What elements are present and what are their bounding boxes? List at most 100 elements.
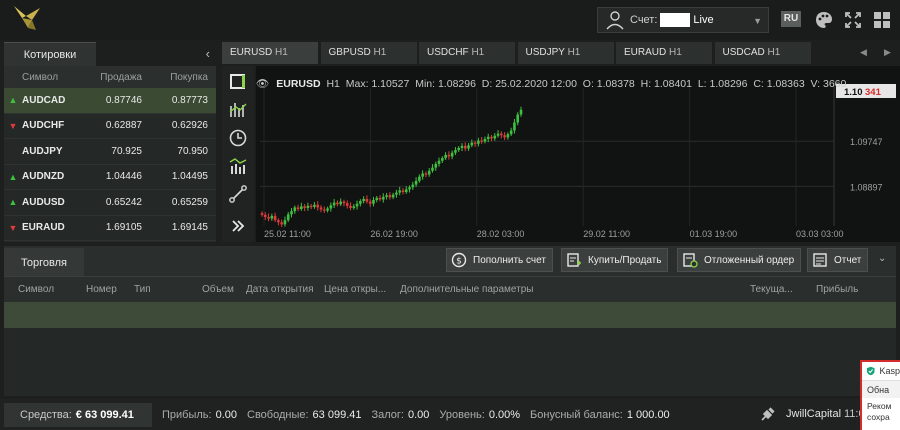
language-button[interactable]: RU bbox=[781, 11, 801, 27]
order-plus-icon bbox=[567, 253, 581, 267]
antivirus-line-2: Реком сохра bbox=[862, 401, 900, 423]
arrow-up-icon: ▲ bbox=[8, 171, 18, 182]
quotes-header: Символ Продажа Покупка bbox=[4, 66, 216, 88]
clock-icon[interactable] bbox=[228, 128, 248, 148]
chart-tab-usdcad[interactable]: USDCAD H1 bbox=[714, 42, 812, 64]
x-tick-label: 28.02 03:00 bbox=[477, 229, 525, 239]
col-volume[interactable]: Объем bbox=[202, 284, 246, 295]
profit-stat: Прибыль: 0.00 bbox=[162, 409, 237, 421]
col-open-price[interactable]: Цена откры... bbox=[324, 284, 400, 295]
price-chart[interactable]: 1.09747 1.08897 25.02 11:00 26.02 19:00 28.0… bbox=[256, 66, 900, 242]
candle-body bbox=[368, 201, 372, 204]
tab-trading[interactable]: Торговля bbox=[4, 248, 84, 278]
y-tick-label: 1.08897 bbox=[850, 182, 883, 192]
bonus-value: 1 000.00 bbox=[626, 408, 670, 421]
draw-line-icon[interactable] bbox=[228, 184, 248, 204]
col-open-date[interactable]: Дата открытия bbox=[246, 284, 324, 295]
palette-icon[interactable] bbox=[815, 11, 833, 29]
chart-info-open: O: 1.08378 bbox=[582, 78, 635, 90]
broker-connection[interactable]: JwillCapital bbox=[760, 406, 841, 422]
chart-tab-usdchf[interactable]: USDCHF H1 bbox=[419, 42, 516, 64]
collapse-left-icon[interactable]: ‹ bbox=[206, 46, 210, 61]
indicators-icon[interactable] bbox=[228, 100, 248, 120]
fullscreen-icon[interactable] bbox=[844, 11, 862, 29]
trades-selected-row[interactable] bbox=[4, 302, 896, 328]
panel-collapse-icon[interactable]: ⌄ bbox=[878, 253, 886, 264]
y-tick-label: 1.09747 bbox=[850, 137, 883, 147]
antivirus-title: Kasp bbox=[879, 366, 900, 376]
margin-stat: Залог: 0.00 bbox=[371, 409, 429, 421]
layout-grid-icon[interactable] bbox=[873, 11, 891, 29]
quote-sell-price[interactable]: 1.69105 bbox=[82, 222, 142, 233]
quote-buy-price[interactable]: 0.87773 bbox=[142, 95, 208, 106]
quote-buy-price[interactable]: 70.950 bbox=[142, 146, 208, 157]
chart-info-volume: V: 3660 bbox=[810, 78, 847, 90]
chart-tab-gbpusd[interactable]: GBPUSD H1 bbox=[320, 42, 418, 64]
chart-tab-symbol: EURUSD bbox=[230, 47, 273, 58]
pending-order-button[interactable]: Отложенный ордер bbox=[677, 248, 802, 272]
bird-logo-icon bbox=[14, 6, 40, 30]
header-symbol[interactable]: Символ bbox=[4, 72, 82, 83]
header-buy[interactable]: Покупка bbox=[142, 72, 208, 83]
eye-icon[interactable]: 👁 bbox=[256, 78, 269, 90]
chart-info-max: Max: 1.10527 bbox=[345, 78, 410, 90]
margin-label: Залог: bbox=[371, 408, 404, 421]
more-tools-icon[interactable] bbox=[228, 216, 248, 236]
chart-info-symbol: EURUSD bbox=[276, 78, 321, 90]
report-button[interactable]: Отчет bbox=[807, 248, 869, 272]
col-symbol[interactable]: Символ bbox=[4, 284, 86, 295]
funds-label: Средства: bbox=[20, 408, 72, 421]
quote-row-audusd[interactable]: ▲ AUDUSD 0.65242 0.65259 bbox=[4, 190, 216, 216]
chart-tab-usdjpy[interactable]: USDJPY H1 bbox=[517, 42, 615, 64]
quote-buy-price[interactable]: 0.65259 bbox=[142, 197, 208, 208]
header-sell[interactable]: Продажа bbox=[82, 72, 142, 83]
col-current[interactable]: Текуща... bbox=[750, 284, 816, 295]
account-selector[interactable]: Счет: Live ▼ bbox=[597, 7, 769, 33]
x-tick-label: 03.03 03:00 bbox=[796, 229, 844, 239]
chart-tab-euraud[interactable]: EURAUD H1 bbox=[616, 42, 713, 64]
candle-body bbox=[332, 202, 336, 206]
candle-body bbox=[411, 184, 415, 188]
quote-sell-price[interactable]: 0.62887 bbox=[82, 120, 142, 131]
quote-row-audchf[interactable]: ▼ AUDCHF 0.62887 0.62926 bbox=[4, 114, 216, 139]
deposit-button[interactable]: $ Пополнить счет bbox=[446, 248, 553, 272]
col-type[interactable]: Тип bbox=[134, 284, 202, 295]
tab-quotes[interactable]: Котировки bbox=[4, 42, 96, 66]
quote-row-euraud[interactable]: ▼ EURAUD 1.69105 1.69145 bbox=[4, 216, 216, 241]
pending-order-label: Отложенный ордер bbox=[704, 254, 795, 266]
antivirus-popup[interactable]: Kasp Обна Реком сохра bbox=[860, 360, 900, 430]
quote-sell-price[interactable]: 70.925 bbox=[82, 146, 142, 157]
candle-body bbox=[444, 154, 447, 159]
candle-body bbox=[447, 154, 451, 157]
antivirus-line-1[interactable]: Обна bbox=[862, 380, 900, 398]
col-number[interactable]: Номер bbox=[86, 284, 134, 295]
quote-row-audnzd[interactable]: ▲ AUDNZD 1.04446 1.04495 bbox=[4, 165, 216, 190]
chart-tab-eurusd[interactable]: EURUSD H1 bbox=[222, 42, 319, 64]
candle-body bbox=[273, 215, 277, 221]
candle-body bbox=[470, 142, 474, 146]
free-label: Свободные: bbox=[247, 408, 309, 421]
tab-scroll-left-icon[interactable]: ◀ bbox=[860, 47, 867, 58]
candle-body bbox=[309, 205, 313, 208]
quote-buy-price[interactable]: 1.04495 bbox=[142, 171, 208, 182]
quote-sell-price[interactable]: 0.65242 bbox=[82, 197, 142, 208]
quote-buy-price[interactable]: 1.69145 bbox=[142, 222, 208, 233]
buy-sell-button[interactable]: Купить/Продать bbox=[561, 248, 669, 272]
quote-row-audjpy[interactable]: AUDJPY 70.925 70.950 bbox=[4, 139, 216, 165]
quote-buy-price[interactable]: 0.62926 bbox=[142, 120, 208, 131]
candle-body bbox=[463, 145, 467, 149]
col-extra-params[interactable]: Дополнительные параметры bbox=[400, 284, 750, 295]
col-profit[interactable]: Прибыль bbox=[816, 284, 876, 295]
tab-scroll-right-icon[interactable]: ▶ bbox=[884, 47, 891, 58]
candle-body bbox=[260, 213, 264, 215]
candle-body bbox=[293, 207, 297, 212]
quote-symbol: EURAUD bbox=[22, 222, 65, 234]
chart-type-icon[interactable] bbox=[228, 72, 248, 92]
quote-sell-price[interactable]: 1.04446 bbox=[82, 171, 142, 182]
quote-row-audcad[interactable]: ▲ AUDCAD 0.87746 0.87773 bbox=[4, 88, 216, 114]
candle-body bbox=[490, 136, 493, 139]
x-tick-label: 25.02 11:00 bbox=[264, 229, 311, 239]
price-label-main: 1.10 bbox=[844, 87, 863, 98]
quote-sell-price[interactable]: 0.87746 bbox=[82, 95, 142, 106]
volume-bars-icon[interactable] bbox=[228, 156, 248, 176]
